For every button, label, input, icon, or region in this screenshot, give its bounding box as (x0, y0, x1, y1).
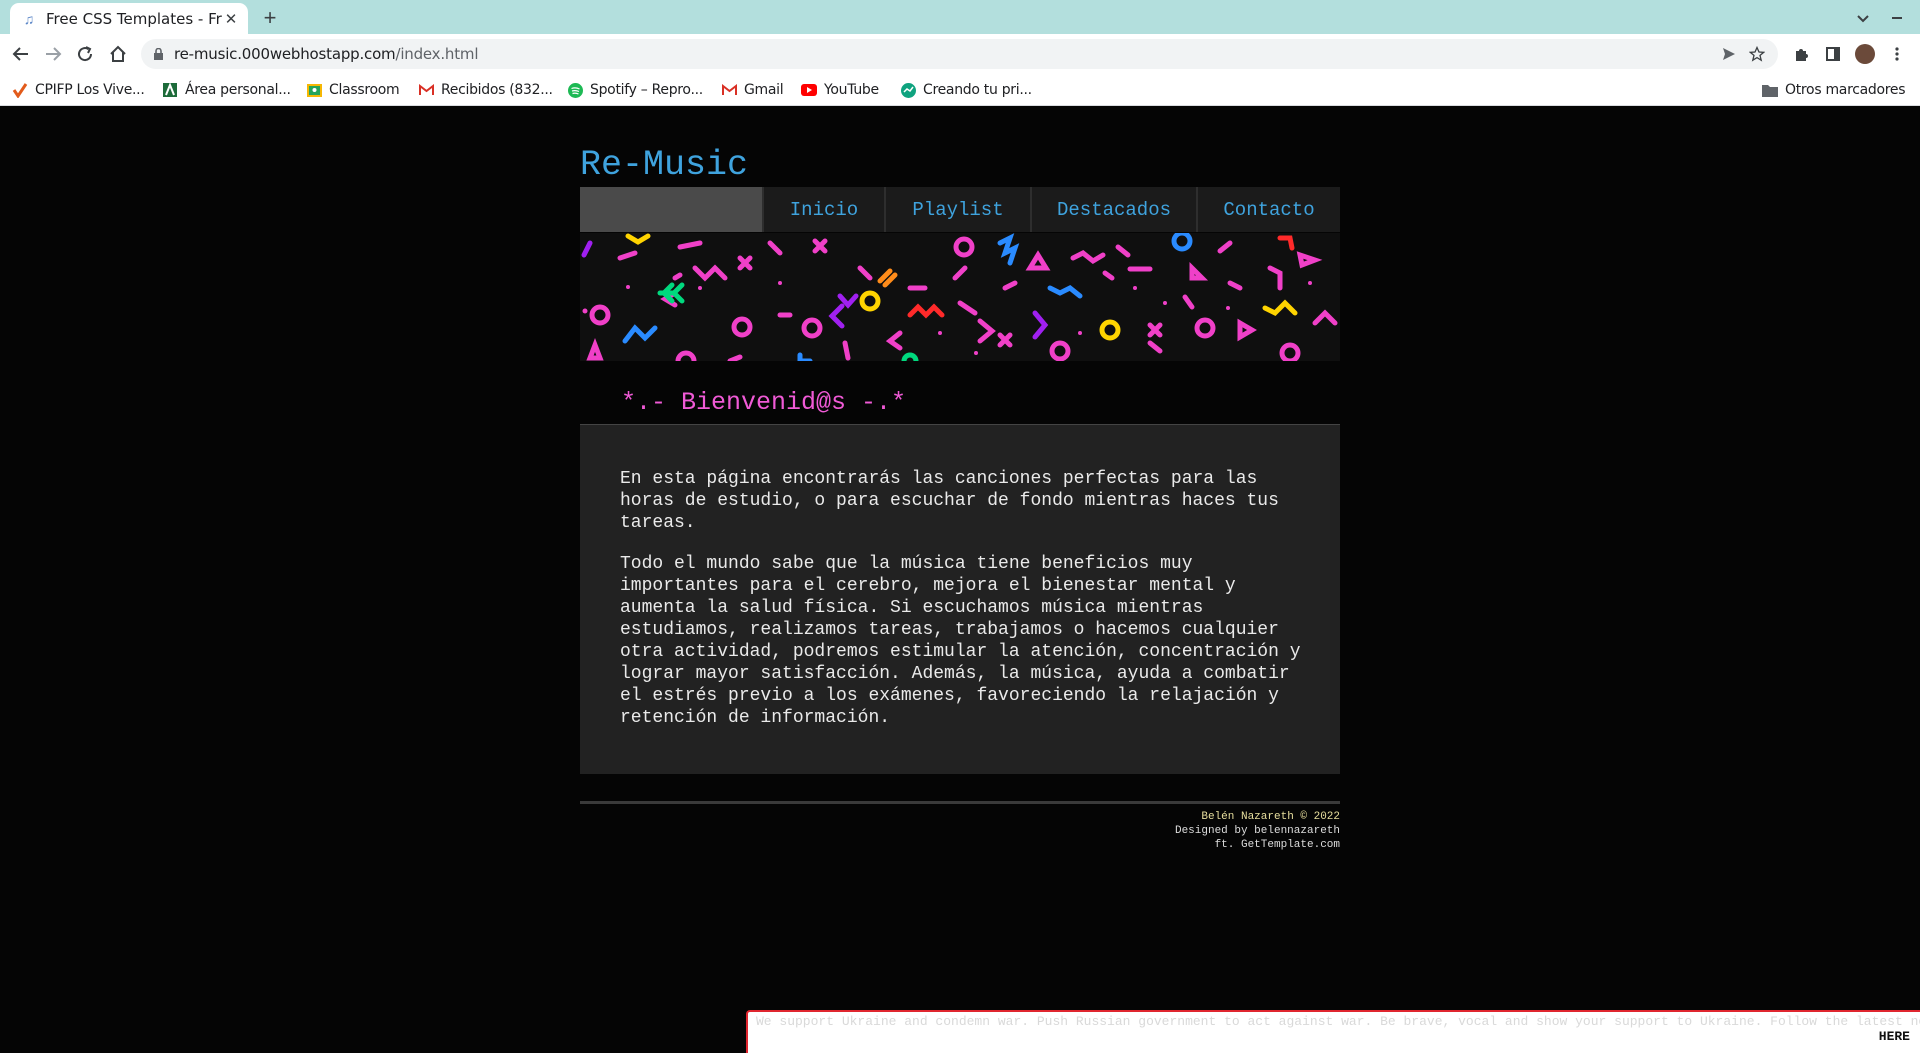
side-panel-icon[interactable] (1821, 42, 1845, 66)
tab-title: Free CSS Templates - Free CSS Templates (46, 9, 222, 28)
minimize-icon[interactable] (1886, 7, 1908, 29)
send-icon[interactable] (1719, 44, 1739, 64)
spotify-icon (567, 82, 583, 98)
gmail-icon (418, 82, 434, 98)
ukraine-message: We support Ukraine and condemn war. Push… (756, 1014, 1920, 1029)
footer-designer[interactable]: Designed by belennazareth (1040, 824, 1340, 838)
welcome-heading: *.- Bienvenid@s -.* (621, 388, 907, 417)
check-logo-icon (12, 82, 28, 98)
footer-template-credit[interactable]: ft. GetTemplate.com (1040, 838, 1340, 852)
bookmark-label: Gmail (744, 82, 784, 98)
extensions-icon[interactable] (1789, 42, 1813, 66)
bookmark-label: Creando tu pri... (923, 82, 1032, 98)
moodle-icon (162, 82, 178, 98)
folder-icon (1762, 82, 1778, 98)
bookmarks-bar: CPIFP Los Vive... Área personal... Class… (0, 74, 1920, 106)
tab-strip: ♫ Free CSS Templates - Free CSS Template… (0, 0, 1920, 34)
bookmark-label: CPIFP Los Vive... (35, 82, 145, 98)
browser-toolbar: re-music.000webhostapp.com/index.html (0, 34, 1920, 74)
ukraine-support-banner: We support Ukraine and condemn war. Push… (746, 1010, 1920, 1053)
nav-playlist[interactable]: Playlist (884, 187, 1030, 232)
bookmark-label: Classroom (329, 82, 400, 98)
banner-pattern (581, 233, 1338, 361)
nav-spacer (580, 187, 762, 232)
bookmark-cpifp[interactable]: CPIFP Los Vive... (12, 80, 145, 100)
url-path: /index.html (395, 45, 479, 63)
bookmark-classroom[interactable]: Classroom (306, 80, 400, 100)
bookmark-label: Área personal... (185, 82, 291, 98)
home-icon[interactable] (106, 42, 130, 66)
other-bookmarks-label: Otros marcadores (1785, 82, 1906, 98)
body-paragraph: Todo el mundo sabe que la música tiene b… (620, 554, 1301, 728)
new-tab-button[interactable]: + (258, 5, 282, 30)
intro-paragraph: En esta página encontrarás las canciones… (620, 469, 1279, 533)
footer-divider (580, 801, 1340, 804)
back-icon[interactable] (9, 42, 33, 66)
bookmark-label: Spotify – Repro... (590, 82, 703, 98)
nav-contacto[interactable]: Contacto (1196, 187, 1340, 232)
lock-icon[interactable] (151, 47, 165, 61)
reload-icon[interactable] (73, 42, 97, 66)
bookmark-recibidos[interactable]: Recibidos (832... (418, 80, 553, 100)
page-viewport: Re-Music Inicio Playlist Destacados Cont… (0, 106, 1920, 1053)
address-bar[interactable]: re-music.000webhostapp.com/index.html (141, 39, 1778, 69)
nav-inicio[interactable]: Inicio (762, 187, 884, 232)
ukraine-here-link[interactable]: HERE (1874, 1029, 1910, 1044)
profile-avatar[interactable] (1853, 42, 1877, 66)
bookmark-creando[interactable]: Creando tu pri... (900, 80, 1032, 100)
memphis-pattern-banner (580, 233, 1340, 361)
bookmark-label: Recibidos (832... (441, 82, 553, 98)
more-menu-icon[interactable] (1885, 42, 1909, 66)
url-text: re-music.000webhostapp.com/index.html (174, 45, 478, 63)
youtube-icon (801, 82, 817, 98)
site-icon (900, 82, 916, 98)
footer-copyright: Belén Nazareth © 2022 (1201, 811, 1340, 823)
classroom-icon (306, 82, 322, 98)
bookmark-spotify[interactable]: Spotify – Repro... (567, 80, 703, 100)
bookmark-area-personal[interactable]: Área personal... (162, 80, 291, 100)
content-box: En esta página encontrarás las canciones… (580, 424, 1340, 774)
url-host: re-music.000webhostapp.com (174, 45, 396, 63)
bookmark-gmail[interactable]: Gmail (721, 80, 784, 100)
nav-destacados[interactable]: Destacados (1030, 187, 1196, 232)
other-bookmarks[interactable]: Otros marcadores (1762, 80, 1906, 100)
gmail-icon (721, 82, 737, 98)
bookmark-youtube[interactable]: YouTube (801, 80, 879, 100)
browser-tab[interactable]: ♫ Free CSS Templates - Free CSS Template… (10, 3, 248, 34)
main-nav: Inicio Playlist Destacados Contacto (580, 187, 1340, 232)
chevron-down-icon[interactable] (1852, 7, 1874, 29)
site-title[interactable]: Re-Music (580, 145, 748, 185)
forward-icon[interactable] (41, 42, 65, 66)
bookmark-label: YouTube (824, 82, 879, 98)
star-icon[interactable] (1747, 44, 1767, 64)
music-note-icon: ♫ (23, 10, 35, 27)
close-icon[interactable]: ✕ (222, 10, 240, 28)
